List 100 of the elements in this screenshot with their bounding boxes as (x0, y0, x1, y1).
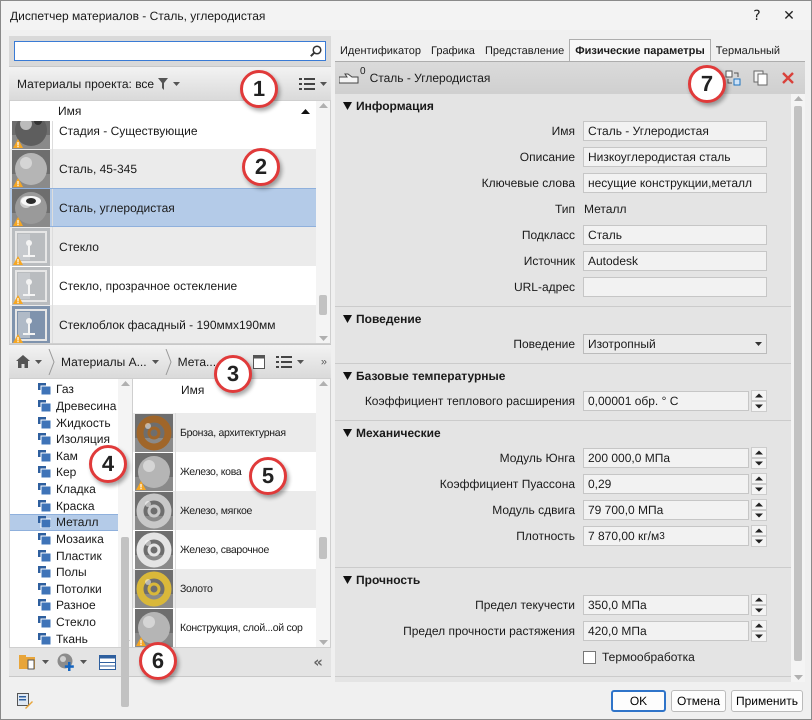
input-field[interactable]: 350,0 МПа (583, 595, 749, 615)
expand-icon[interactable] (343, 429, 352, 437)
input-field[interactable]: Сталь (583, 225, 767, 245)
input-field[interactable]: 79 700,0 МПа (583, 500, 749, 520)
list-view-icon[interactable] (276, 354, 292, 368)
tree-item[interactable]: Металл (10, 514, 118, 531)
increment-button[interactable] (751, 390, 767, 401)
input-field[interactable]: 420,0 МПа (583, 621, 749, 641)
tree-item[interactable]: Ткань (38, 630, 88, 647)
material-row[interactable]: Золото (133, 569, 316, 608)
panel-icon[interactable] (252, 354, 265, 368)
sort-icon[interactable] (301, 108, 310, 114)
library-folder-icon[interactable] (19, 654, 37, 670)
tab[interactable]: Термальный (710, 41, 786, 61)
increment-button[interactable] (751, 499, 767, 510)
increment-button[interactable] (751, 447, 767, 458)
caret-icon[interactable] (35, 360, 42, 364)
dialog-button[interactable]: Отмена (670, 690, 726, 712)
scrollbar-thumb[interactable] (794, 106, 802, 661)
decrement-button[interactable] (751, 510, 767, 521)
breadcrumb-item[interactable]: Мета... (178, 354, 216, 368)
input-field[interactable]: 200 000,0 МПа (583, 448, 749, 468)
copy-icon[interactable] (753, 70, 769, 86)
caret-icon[interactable] (152, 360, 159, 364)
decrement-button[interactable] (751, 605, 767, 616)
breadcrumb-item[interactable]: Материалы A... (61, 354, 147, 368)
tab[interactable]: Физические параметры (569, 39, 711, 61)
tree-item[interactable]: Потолки (38, 580, 102, 598)
input-field[interactable]: Сталь - Углеродистая (583, 121, 767, 141)
editor-panel-icon[interactable] (99, 654, 116, 670)
more-button[interactable]: » (320, 356, 327, 368)
tree-item[interactable]: Краска (38, 497, 95, 514)
list-view-icon[interactable] (299, 76, 315, 90)
section-header[interactable]: Базовые температурные (335, 364, 791, 388)
caret-icon[interactable] (296, 360, 304, 364)
tree-item[interactable]: Кер (38, 464, 76, 481)
tree-item[interactable]: Разное (38, 597, 96, 614)
expand-icon[interactable] (343, 372, 352, 380)
input-field[interactable]: 0,29 (583, 474, 749, 494)
scrollbar-thumb[interactable] (319, 537, 327, 559)
tree-item[interactable]: Жидкость (38, 414, 111, 431)
collapse-button[interactable]: « (313, 653, 323, 671)
input-field[interactable]: 0,00001 обр. ° C (583, 391, 749, 411)
section-header[interactable]: Прочность (335, 568, 791, 592)
replace-icon[interactable] (725, 70, 741, 86)
section-header[interactable]: Поведение (335, 307, 791, 331)
decrement-button[interactable] (751, 536, 767, 547)
tree-item[interactable]: Полы (38, 564, 87, 580)
dropdown[interactable]: Изотропный (583, 334, 767, 354)
tree-item[interactable]: Пластик (38, 547, 102, 564)
input-field[interactable] (583, 277, 767, 297)
expand-icon[interactable] (343, 102, 352, 110)
material-row[interactable]: Железо, мягкое (133, 491, 316, 530)
tree-item[interactable]: Древесина (38, 398, 116, 414)
search-field[interactable] (14, 41, 326, 61)
close-button[interactable]: ✕ (773, 8, 805, 24)
tree-item[interactable]: Газ (38, 381, 74, 398)
input-field[interactable]: несущие конструкции,металл (583, 173, 767, 193)
material-row[interactable]: Сталь, углеродистая (10, 188, 316, 227)
section-header[interactable]: Механические (335, 421, 791, 445)
input-field[interactable]: Низкоуглеродистая сталь (583, 147, 767, 167)
decrement-button[interactable] (751, 401, 767, 412)
checkbox[interactable] (583, 650, 596, 664)
caret-icon[interactable] (42, 660, 49, 664)
expand-icon[interactable] (343, 576, 352, 584)
add-material-icon[interactable] (57, 653, 75, 671)
increment-button[interactable] (751, 620, 767, 631)
dialog-button[interactable]: Применить (730, 690, 803, 712)
caret-icon[interactable] (755, 342, 762, 346)
increment-button[interactable] (751, 594, 767, 605)
decrement-button[interactable] (751, 631, 767, 642)
search-icon[interactable] (310, 45, 322, 57)
tree-item[interactable]: Кам (38, 448, 78, 464)
material-row[interactable]: Стекло (10, 227, 316, 266)
edit-icon[interactable] (17, 692, 33, 708)
filter-icon[interactable] (158, 78, 168, 90)
tree-item[interactable]: Мозаика (38, 530, 104, 548)
caret-icon[interactable] (173, 82, 180, 86)
dialog-button[interactable]: OK (610, 690, 666, 712)
tab[interactable]: Графика (426, 41, 480, 61)
scrollbar-thumb[interactable] (319, 295, 327, 315)
delete-icon[interactable] (781, 71, 795, 85)
scrollbar-thumb[interactable] (121, 537, 129, 707)
increment-button[interactable] (751, 473, 767, 484)
decrement-button[interactable] (751, 484, 767, 495)
expand-icon[interactable] (343, 315, 352, 323)
tree-item[interactable]: Кладка (38, 480, 96, 498)
help-button[interactable]: ? (741, 8, 773, 24)
tab[interactable]: Представление (480, 41, 570, 61)
home-icon[interactable] (16, 355, 30, 368)
increment-button[interactable] (751, 525, 767, 536)
tree-item[interactable]: Изоляция (38, 430, 110, 448)
caret-icon[interactable] (320, 82, 327, 86)
input-field[interactable]: Autodesk (583, 251, 767, 271)
checkbox-label[interactable]: Термообработка (602, 650, 695, 664)
decrement-button[interactable] (751, 458, 767, 469)
caret-icon[interactable] (80, 660, 87, 664)
material-row[interactable]: Бронза, архитектурная (133, 413, 316, 452)
material-row[interactable]: Стеклоблок фасадный - 190ммх190мм (10, 305, 316, 343)
tab[interactable]: Идентификатор (335, 41, 426, 61)
